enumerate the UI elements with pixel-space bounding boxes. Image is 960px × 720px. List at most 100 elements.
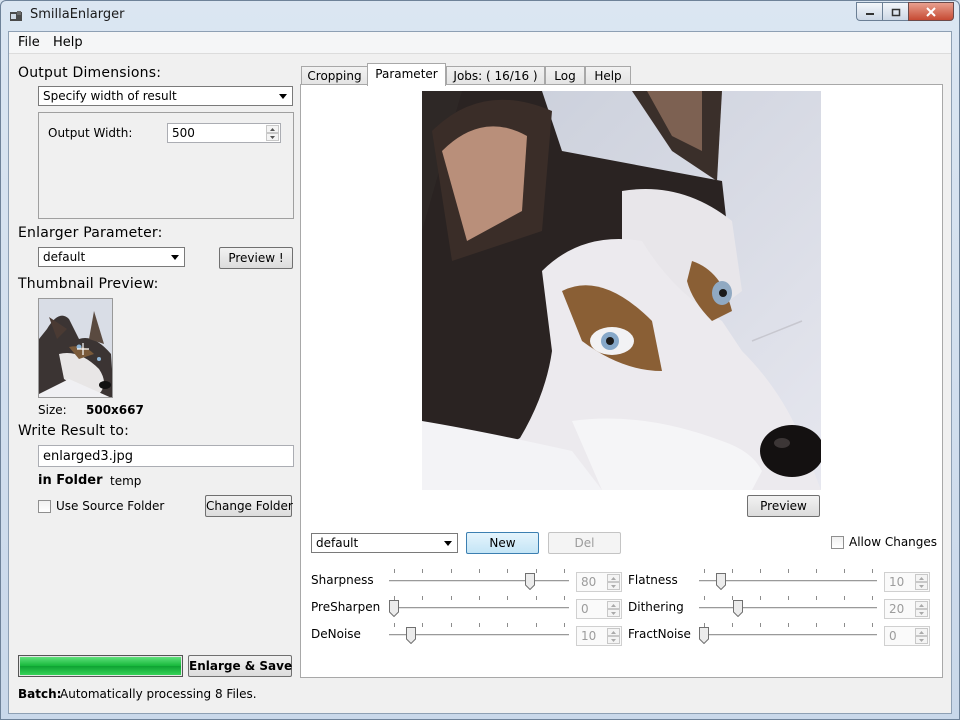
slider-tick — [479, 569, 480, 573]
spin-up-icon[interactable] — [915, 628, 928, 636]
delete-preset-button[interactable]: Del — [548, 532, 621, 554]
spin-up-icon[interactable] — [607, 574, 620, 582]
slider-tick — [816, 623, 817, 627]
dimension-mode-select[interactable]: Specify width of result — [38, 86, 293, 106]
slider-tick — [788, 596, 789, 600]
change-folder-button[interactable]: Change Folder — [205, 495, 293, 517]
enlarge-save-button[interactable]: Enlarge & Save — [188, 655, 292, 677]
title-bar: SmillaEnlarger — [1, 1, 959, 31]
slider-label-dithering: Dithering — [628, 600, 684, 614]
parameter-preset-select[interactable]: default — [311, 533, 458, 553]
slider-spinner[interactable] — [915, 628, 928, 644]
panel-preview-button[interactable]: Preview — [747, 495, 820, 517]
slider-thumb-sharpness[interactable] — [525, 573, 535, 590]
slider-track-denoise[interactable] — [389, 634, 569, 637]
slider-tick — [844, 623, 845, 627]
spin-down-icon[interactable] — [915, 636, 928, 644]
new-preset-button[interactable]: New — [466, 532, 539, 554]
filename-input[interactable]: enlarged3.jpg — [38, 445, 294, 467]
spin-down-icon[interactable] — [607, 609, 620, 617]
slider-value-flatness[interactable]: 10 — [884, 572, 930, 592]
slider-label-denoise: DeNoise — [311, 627, 361, 641]
output-width-label: Output Width: — [48, 126, 133, 140]
use-source-folder-checkbox[interactable] — [38, 500, 51, 513]
slider-track-fractnoise[interactable] — [699, 634, 877, 637]
slider-value-denoise[interactable]: 10 — [576, 626, 622, 646]
tab-jobs[interactable]: Jobs: ( 16/16 ) — [446, 66, 545, 85]
slider-tick — [450, 623, 452, 627]
chevron-down-icon — [171, 255, 179, 260]
slider-spinner[interactable] — [915, 574, 928, 590]
slider-tick — [479, 623, 480, 627]
slider-tick — [394, 623, 395, 627]
menu-help[interactable]: Help — [49, 35, 87, 50]
client-area: File Help Output Dimensions: Specify wid… — [8, 31, 952, 714]
thumbnail-preview[interactable] — [38, 298, 113, 398]
slider-thumb-denoise[interactable] — [406, 627, 416, 644]
preview-button[interactable]: Preview ! — [219, 247, 293, 269]
slider-tick — [788, 623, 789, 627]
allow-changes-checkbox[interactable] — [831, 536, 844, 549]
enlarger-parameter-title: Enlarger Parameter: — [18, 225, 163, 241]
spin-down-icon[interactable] — [915, 582, 928, 590]
slider-track-presharpen[interactable] — [389, 607, 569, 610]
slider-spinner[interactable] — [915, 601, 928, 617]
slider-thumb-fractnoise[interactable] — [699, 627, 709, 644]
progress-bar — [18, 655, 183, 677]
slider-tick — [507, 596, 509, 600]
thumbnail-preview-title: Thumbnail Preview: — [18, 276, 159, 292]
close-button[interactable] — [908, 2, 954, 21]
progress-fill — [20, 657, 181, 675]
slider-value-sharpness[interactable]: 80 — [576, 572, 622, 592]
spin-up-icon[interactable] — [607, 601, 620, 609]
dimension-mode-value: Specify width of result — [43, 89, 177, 103]
slider-spinner[interactable] — [607, 628, 620, 644]
slider-label-flatness: Flatness — [628, 573, 678, 587]
allow-changes-label: Allow Changes — [849, 535, 938, 549]
output-width-spinner[interactable] — [266, 125, 279, 141]
chevron-down-icon — [444, 541, 452, 546]
slider-tick — [394, 569, 395, 573]
spin-down-icon[interactable] — [915, 609, 928, 617]
thumbnail-image — [39, 299, 112, 397]
slider-value-text: 10 — [581, 629, 597, 643]
parameter-panel: Preview default New Del Allow Changes Sh… — [300, 84, 943, 678]
slider-value-text: 10 — [889, 575, 905, 589]
enlarger-preset-select[interactable]: default — [38, 247, 185, 267]
spin-up-icon[interactable] — [915, 574, 928, 582]
tab-cropping[interactable]: Cropping — [301, 66, 368, 85]
tab-log[interactable]: Log — [545, 66, 585, 85]
spin-down-icon[interactable] — [607, 636, 620, 644]
slider-thumb-flatness[interactable] — [715, 573, 726, 590]
output-width-input[interactable]: 500 — [167, 123, 281, 143]
slider-value-dithering[interactable]: 20 — [884, 599, 930, 619]
slider-tick — [535, 596, 537, 600]
slider-tick — [704, 596, 705, 600]
spin-up-icon[interactable] — [266, 125, 279, 133]
slider-tick — [872, 569, 873, 573]
parameter-preset-value: default — [316, 536, 359, 550]
slider-tick — [872, 623, 873, 627]
slider-tick — [760, 596, 761, 600]
slider-tick — [422, 623, 424, 627]
maximize-button[interactable] — [882, 2, 908, 21]
spin-down-icon[interactable] — [607, 582, 620, 590]
slider-thumb-presharpen[interactable] — [389, 600, 399, 617]
slider-track-dithering[interactable] — [699, 607, 877, 610]
spin-up-icon[interactable] — [607, 628, 620, 636]
spin-down-icon[interactable] — [266, 133, 279, 141]
slider-value-fractnoise[interactable]: 0 — [884, 626, 930, 646]
minimize-button[interactable] — [856, 2, 882, 21]
tab-help[interactable]: Help — [585, 66, 631, 85]
slider-spinner[interactable] — [607, 601, 620, 617]
slider-value-presharpen[interactable]: 0 — [576, 599, 622, 619]
spin-up-icon[interactable] — [915, 601, 928, 609]
menu-bar: File Help — [9, 32, 951, 54]
window-title: SmillaEnlarger — [30, 7, 125, 22]
slider-thumb-dithering[interactable] — [732, 600, 743, 617]
slider-track-sharpness[interactable] — [389, 580, 569, 583]
menu-file[interactable]: File — [14, 35, 44, 50]
tab-parameter[interactable]: Parameter — [367, 63, 446, 86]
enlarger-preset-value: default — [43, 250, 86, 264]
slider-spinner[interactable] — [607, 574, 620, 590]
